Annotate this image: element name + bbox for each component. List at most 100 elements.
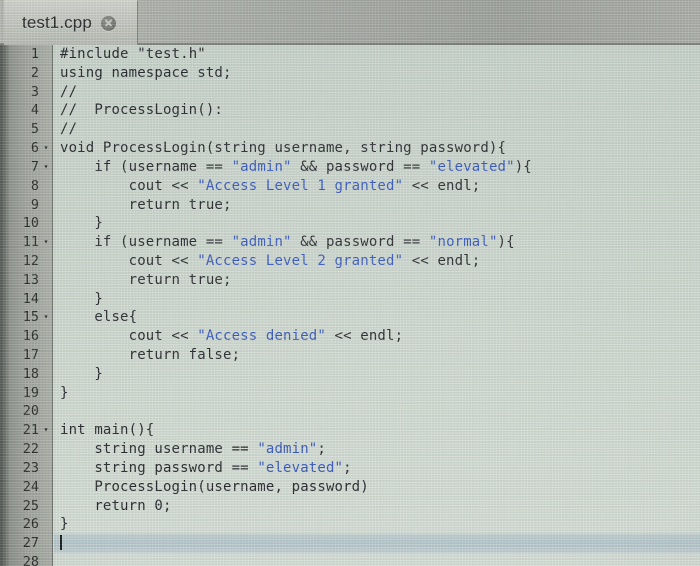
line-number: 22: [22, 441, 39, 458]
string-literal: "Access Level 2 granted": [197, 252, 404, 269]
code-line[interactable]: if (username == "admin" && password == "…: [54, 158, 700, 177]
line-number: 11 ▾: [9, 233, 53, 252]
line-number: 27: [22, 535, 39, 552]
code-line[interactable]: return false;: [54, 346, 700, 365]
line-number-gutter[interactable]: 1 2 3 4 5 6 ▾ 7 ▾ 8 9 10 11 ▾ 12 13 14 15 ▾ 16 17 18 19 20 21 ▾ 22…: [9, 45, 53, 566]
line-number: 25: [22, 497, 39, 514]
code-line[interactable]: if (username == "admin" && password == "…: [54, 233, 700, 252]
code-line[interactable]: return 0;: [54, 497, 700, 516]
close-circle-icon[interactable]: [100, 15, 116, 31]
code-token: else{: [60, 309, 138, 326]
line-number: 24: [22, 478, 39, 495]
line-number: 13: [22, 271, 39, 288]
line-number: 5: [30, 121, 39, 138]
code-token: ;: [343, 459, 352, 476]
code-line[interactable]: int main(){: [54, 421, 700, 440]
line-number: 28: [22, 553, 39, 566]
code-token: << endl;: [403, 177, 481, 194]
editor-left-rail: [0, 45, 9, 566]
code-token: cout <<: [60, 252, 198, 269]
string-literal: "Access denied": [197, 328, 326, 345]
code-line[interactable]: [54, 534, 700, 553]
tab-test1-cpp[interactable]: test1.cpp: [4, 0, 138, 45]
code-token: int main(){: [60, 422, 155, 439]
code-token: void ProcessLogin(string username, strin…: [60, 140, 507, 157]
code-token: }: [60, 365, 103, 382]
line-number: 19: [22, 384, 39, 401]
string-literal: "admin": [231, 234, 292, 251]
line-number: 17: [22, 347, 39, 363]
code-token: //: [60, 121, 78, 138]
string-literal: "admin": [257, 441, 318, 458]
code-token: cout <<: [60, 328, 198, 345]
code-line[interactable]: string username == "admin";: [54, 440, 700, 459]
string-literal: "admin": [231, 158, 292, 175]
editor-window: test1.cpp 1 2 3 4 5 6 ▾ 7 ▾ 8 9 10 11 ▾ 12 13 14 15 ▾ 16 17 1…: [0, 0, 700, 566]
code-token: }: [60, 290, 103, 307]
code-line[interactable]: string password == "elevated";: [54, 459, 700, 478]
code-line[interactable]: return true;: [54, 271, 700, 290]
code-token: return 0;: [60, 497, 172, 514]
string-literal: "elevated": [428, 158, 515, 175]
code-line[interactable]: ProcessLogin(username, password): [54, 478, 700, 497]
code-token: using namespace std;: [60, 64, 232, 81]
code-token: return false;: [60, 347, 241, 363]
line-number: 2: [30, 64, 39, 81]
fold-triangle-icon[interactable]: ▾: [41, 308, 51, 327]
code-line[interactable]: }: [54, 384, 700, 403]
code-token: return true;: [60, 196, 232, 213]
code-line[interactable]: // ProcessLogin():: [54, 101, 700, 120]
code-editor[interactable]: 1 2 3 4 5 6 ▾ 7 ▾ 8 9 10 11 ▾ 12 13 14 15 ▾ 16 17 18 19 20 21 ▾ 22…: [0, 45, 700, 566]
string-literal: "elevated": [257, 459, 344, 476]
string-literal: "Access Level 1 granted": [197, 177, 404, 194]
line-number: 3: [30, 83, 39, 100]
line-number: 20: [22, 403, 39, 420]
code-line[interactable]: //: [54, 120, 700, 139]
code-token: && password ==: [291, 158, 429, 175]
code-line[interactable]: //: [54, 83, 700, 102]
fold-triangle-icon[interactable]: ▾: [41, 421, 51, 440]
line-number: 12: [22, 252, 39, 269]
code-token: if (username ==: [60, 158, 232, 175]
line-number: 6 ▾: [9, 139, 53, 158]
code-surface[interactable]: #include "test.h" using namespace std;///…: [54, 45, 700, 566]
code-token: cout <<: [60, 177, 198, 194]
code-line[interactable]: }: [54, 365, 700, 384]
string-literal: "normal": [428, 234, 498, 251]
fold-triangle-icon[interactable]: ▾: [41, 139, 51, 158]
text-cursor: [60, 535, 62, 551]
code-token: ){: [497, 234, 515, 251]
line-number: 14: [22, 290, 39, 307]
code-token: #include: [60, 46, 138, 62]
code-token: string password ==: [60, 459, 258, 476]
code-line[interactable]: return true;: [54, 196, 700, 215]
code-token: ProcessLogin(username, password): [60, 478, 369, 495]
code-line[interactable]: #include "test.h": [54, 45, 700, 64]
line-number: 15 ▾: [9, 308, 53, 327]
code-line[interactable]: [54, 402, 700, 421]
code-token: }: [60, 384, 69, 401]
code-token: "test.h": [137, 46, 206, 62]
fold-triangle-icon[interactable]: ▾: [41, 158, 51, 177]
line-number: 10: [22, 215, 39, 232]
code-line[interactable]: cout << "Access denied" << endl;: [54, 327, 700, 346]
tab-label: test1.cpp: [22, 13, 92, 32]
code-line[interactable]: }: [54, 515, 700, 534]
tab-bar: test1.cpp: [0, 0, 700, 45]
code-line[interactable]: void ProcessLogin(string username, strin…: [54, 139, 700, 158]
code-line[interactable]: using namespace std;: [54, 64, 700, 83]
code-token: && password ==: [291, 234, 429, 251]
code-line[interactable]: [54, 553, 700, 566]
code-token: if (username ==: [60, 234, 232, 251]
code-line[interactable]: }: [54, 290, 700, 309]
code-token: }: [60, 516, 69, 533]
fold-triangle-icon[interactable]: ▾: [41, 233, 51, 252]
code-token: ){: [514, 158, 532, 175]
code-line[interactable]: else{: [54, 308, 700, 327]
code-line[interactable]: cout << "Access Level 1 granted" << endl…: [54, 177, 700, 196]
line-number: 21 ▾: [9, 421, 53, 440]
code-line[interactable]: }: [54, 214, 700, 233]
line-number: 4: [30, 102, 39, 119]
code-token: << endl;: [403, 252, 481, 269]
code-line[interactable]: cout << "Access Level 2 granted" << endl…: [54, 252, 700, 271]
